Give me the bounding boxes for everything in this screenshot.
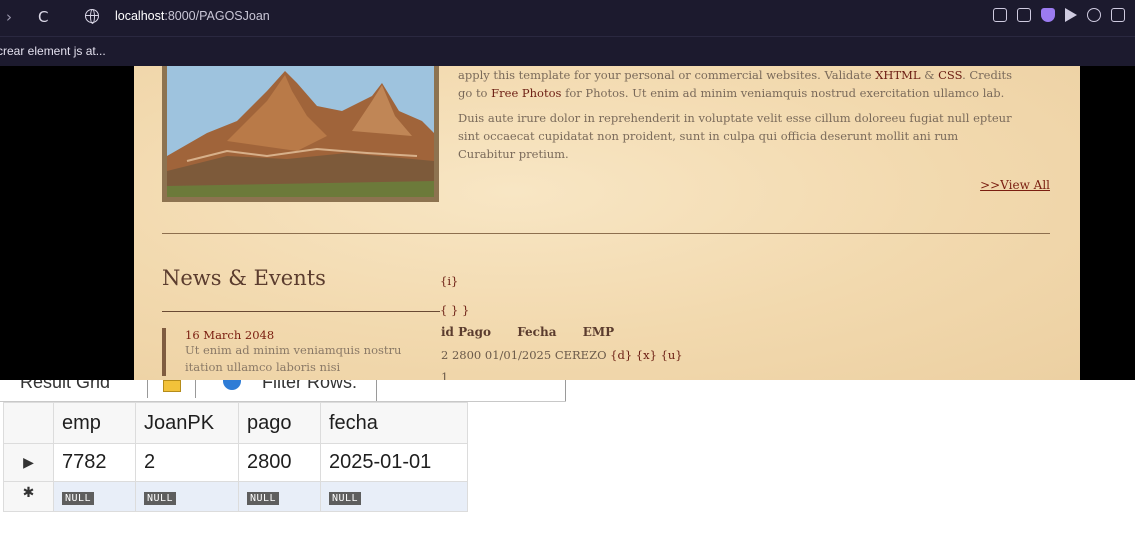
- null-badge: NULL: [144, 492, 177, 505]
- bookmarks-bar: crear element js at...: [0, 36, 1135, 66]
- new-row-marker-icon[interactable]: ✱: [3, 481, 54, 512]
- news-text-line: itation ullamco laboris nisi: [185, 360, 341, 374]
- grid-view-icon[interactable]: [163, 380, 181, 392]
- bookmark-item[interactable]: crear element js at...: [0, 44, 106, 58]
- column-header-pago[interactable]: pago: [238, 402, 321, 444]
- reload-icon[interactable]: C: [38, 8, 48, 26]
- css-link[interactable]: CSS: [938, 68, 962, 82]
- column-header-fecha[interactable]: fecha: [320, 402, 468, 444]
- content-panel: apply this template for your personal or…: [134, 66, 1080, 380]
- column-header-emp[interactable]: emp: [53, 402, 136, 444]
- result-grid: emp JoanPK pago fecha ▶ 7782 2 2800 2025…: [3, 402, 468, 512]
- free-photos-link[interactable]: Free Photos: [491, 86, 561, 100]
- null-badge: NULL: [62, 492, 95, 505]
- cell-null[interactable]: NULL: [135, 481, 239, 512]
- view-all-link[interactable]: >>View All: [980, 178, 1050, 192]
- separator: [195, 380, 196, 398]
- cell-null[interactable]: NULL: [320, 481, 468, 512]
- payments-table-header: id Pago Fecha EMP: [441, 325, 636, 339]
- row-tokens: {d} {x} {u}: [610, 348, 683, 362]
- cell-emp[interactable]: 7782: [53, 443, 136, 482]
- cell-fecha[interactable]: 2025-01-01: [320, 443, 468, 482]
- payments-table-row: 2 2800 01/01/2025 CEREZO {d} {x} {u}: [441, 348, 683, 362]
- vpn-shield-icon[interactable]: [1041, 8, 1055, 22]
- news-item: 16 March 2048 Ut enim ad minim veniamqui…: [162, 328, 402, 376]
- output-braces: { } }: [440, 303, 470, 317]
- heart-icon[interactable]: [1087, 8, 1101, 22]
- play-icon[interactable]: [1065, 8, 1077, 22]
- screenshot-icon[interactable]: [1017, 8, 1031, 22]
- forward-icon[interactable]: ›: [6, 8, 12, 26]
- browser-toolbar: › C localhost:8000/PAGOSJoan: [0, 0, 1135, 36]
- new-row[interactable]: ✱ NULL NULL NULL NULL: [3, 481, 468, 512]
- site-info-icon[interactable]: [85, 9, 99, 24]
- cell-joanpk[interactable]: 2: [135, 443, 239, 482]
- result-grid-toolbar: Result Grid Filter Rows:: [0, 380, 566, 402]
- url-path: :8000/PAGOSJoan: [164, 9, 270, 23]
- filter-icon: [223, 380, 241, 390]
- row-selector-header: [3, 402, 54, 444]
- news-date[interactable]: 16 March 2048: [185, 328, 392, 342]
- col-fecha: Fecha: [517, 325, 557, 339]
- news-text-line: Ut enim ad minim veniamquis nostru: [185, 343, 402, 357]
- current-row-marker-icon[interactable]: ▶: [3, 443, 54, 482]
- row-values: 2 2800 01/01/2025 CEREZO: [441, 348, 611, 362]
- mountain-image: [167, 66, 434, 197]
- cell-pago[interactable]: 2800: [238, 443, 321, 482]
- address-bar[interactable]: localhost:8000/PAGOSJoan: [115, 9, 270, 23]
- result-grid-panel: Result Grid Filter Rows: emp JoanPK pago…: [0, 380, 1135, 554]
- separator: [147, 380, 148, 398]
- filter-rows-label: Filter Rows:: [262, 380, 358, 392]
- second-paragraph: Duis aute irure dolor in reprehenderit i…: [458, 111, 1012, 161]
- xhtml-link[interactable]: XHTML: [875, 68, 920, 82]
- toolbar-icons: [993, 8, 1125, 22]
- null-badge: NULL: [247, 492, 280, 505]
- cell-null[interactable]: NULL: [238, 481, 321, 512]
- url-host: localhost: [115, 9, 165, 23]
- section-divider: [162, 233, 1050, 234]
- news-underline: [162, 311, 440, 312]
- share-icon[interactable]: [993, 8, 1007, 22]
- featured-photo: [162, 66, 439, 202]
- intro-paragraph: apply this template for your personal or…: [458, 68, 1013, 100]
- col-emp: EMP: [582, 325, 615, 339]
- news-events-heading: News & Events: [162, 266, 326, 290]
- output-token: {i}: [440, 274, 459, 288]
- grid-header-row: emp JoanPK pago fecha: [3, 402, 468, 444]
- col-id-pago: id Pago: [441, 325, 491, 339]
- filter-rows-input[interactable]: [376, 380, 566, 401]
- next-row-index: 1: [441, 370, 449, 380]
- cell-null[interactable]: NULL: [53, 481, 136, 512]
- column-header-joanpk[interactable]: JoanPK: [135, 402, 239, 444]
- result-grid-tab[interactable]: Result Grid: [20, 380, 110, 393]
- null-badge: NULL: [329, 492, 362, 505]
- web-page: apply this template for your personal or…: [0, 66, 1135, 380]
- table-row[interactable]: ▶ 7782 2 2800 2025-01-01: [3, 443, 468, 482]
- extensions-icon[interactable]: [1111, 8, 1125, 22]
